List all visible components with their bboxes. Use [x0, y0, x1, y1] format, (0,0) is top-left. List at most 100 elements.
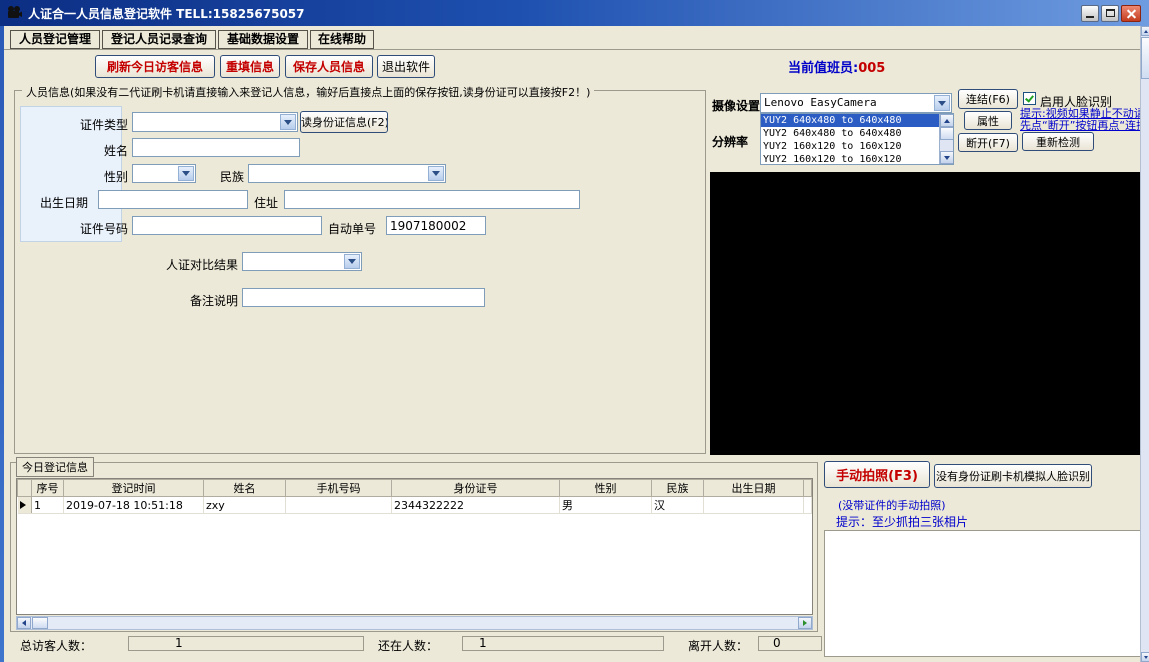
- tab-record-query[interactable]: 登记人员记录查询: [102, 30, 216, 49]
- row-header-corner: [18, 480, 32, 497]
- tabbar-divider: [4, 49, 1140, 50]
- face-recognition-checkbox[interactable]: [1023, 92, 1036, 105]
- col-seq[interactable]: 序号: [32, 480, 64, 497]
- cell-id-no: 2344322222: [392, 497, 560, 514]
- chevron-down-icon: [428, 166, 444, 181]
- scroll-up-icon[interactable]: [1141, 26, 1149, 36]
- save-person-button[interactable]: 保存人员信息: [285, 55, 373, 78]
- minimize-button[interactable]: [1081, 5, 1099, 22]
- name-input[interactable]: [132, 138, 300, 157]
- birth-date-label: 出生日期: [40, 194, 96, 211]
- resolution-option[interactable]: YUY2 640x480 to 640x480: [761, 127, 939, 140]
- video-hint-line2: 先点“断开”按钮再点“连接”: [1020, 117, 1146, 133]
- simulate-face-recognition-button[interactable]: 没有身份证刷卡机模拟人脸识别: [934, 464, 1092, 488]
- window-controls: [1079, 5, 1141, 22]
- check-icon: [1025, 93, 1034, 102]
- cell-gender: 男: [560, 497, 652, 514]
- address-label: 住址: [254, 194, 282, 211]
- chevron-down-icon: [178, 166, 194, 181]
- address-input[interactable]: [284, 190, 580, 209]
- cell-filler: [804, 497, 812, 514]
- titlebar: 人证合一人员信息登记软件 TELL:15825675057: [0, 0, 1149, 26]
- manual-photo-button[interactable]: 手动拍照(F3): [824, 461, 930, 488]
- exit-button[interactable]: 退出软件: [377, 55, 435, 78]
- scrollbar-thumb[interactable]: [1141, 37, 1149, 79]
- gender-label: 性别: [60, 168, 128, 185]
- disconnect-button[interactable]: 断开(F7): [958, 133, 1018, 152]
- read-id-card-button[interactable]: 读身份证信息(F2): [300, 111, 388, 133]
- app-window: 人证合一人员信息登记软件 TELL:15825675057 人员登记管理 登记人…: [0, 0, 1149, 662]
- col-id-no[interactable]: 身份证号: [392, 480, 560, 497]
- col-name[interactable]: 姓名: [204, 480, 286, 497]
- current-row-marker: [18, 497, 32, 514]
- redetect-button[interactable]: 重新检测: [1022, 132, 1094, 151]
- camera-device-select[interactable]: Lenovo EasyCamera: [760, 93, 952, 113]
- current-row-marker-icon: [20, 501, 26, 509]
- ethnic-label: 民族: [200, 168, 244, 185]
- listbox-scrollbar[interactable]: [939, 114, 953, 164]
- col-ethnic[interactable]: 民族: [652, 480, 704, 497]
- scrollbar-thumb[interactable]: [32, 617, 48, 629]
- left-count-value: 0: [758, 636, 822, 651]
- refresh-today-visitors-button[interactable]: 刷新今日访客信息: [95, 55, 215, 78]
- scroll-right-icon[interactable]: [798, 617, 812, 629]
- ethnic-select[interactable]: [248, 164, 446, 183]
- window-vertical-scrollbar[interactable]: [1140, 26, 1149, 662]
- maximize-button[interactable]: [1101, 5, 1119, 22]
- total-visitors-value: 1: [128, 636, 364, 651]
- chevron-down-icon: [934, 95, 950, 111]
- cell-name: zxy: [204, 497, 286, 514]
- col-gender[interactable]: 性别: [560, 480, 652, 497]
- connect-button[interactable]: 连结(F6): [958, 89, 1018, 109]
- maximize-icon: [1106, 9, 1115, 17]
- col-phone[interactable]: 手机号码: [286, 480, 392, 497]
- birth-date-input[interactable]: [98, 190, 248, 209]
- scrollbar-thumb[interactable]: [940, 127, 954, 140]
- table-header-row: 序号 登记时间 姓名 手机号码 身份证号 性别 民族 出生日期: [18, 480, 812, 497]
- scroll-down-icon[interactable]: [1141, 652, 1149, 662]
- col-birth[interactable]: 出生日期: [704, 480, 804, 497]
- person-info-group-title: 人员信息(如果没有二代证刷卡机请直接输入来登记人信息，输好后直接点上面的保存按钮…: [22, 84, 594, 100]
- close-button[interactable]: [1121, 5, 1141, 22]
- app-icon: [6, 5, 22, 21]
- resolution-option[interactable]: YUY2 160x120 to 160x120: [761, 153, 939, 165]
- capture-hint: 提示：至少抓拍三张相片: [836, 513, 968, 530]
- today-records-group-title: 今日登记信息: [16, 457, 94, 477]
- refill-info-button[interactable]: 重填信息: [220, 55, 280, 78]
- scroll-up-icon[interactable]: [940, 114, 954, 127]
- chevron-down-icon: [344, 254, 360, 269]
- cell-phone: [286, 497, 392, 514]
- cert-no-label: 证件号码: [60, 220, 128, 237]
- auto-no-label: 自动单号: [328, 220, 382, 237]
- present-count-label: 还在人数：: [378, 637, 438, 654]
- tab-online-help[interactable]: 在线帮助: [310, 30, 374, 49]
- gender-select[interactable]: [132, 164, 196, 183]
- scroll-left-icon[interactable]: [17, 617, 31, 629]
- compare-result-select[interactable]: [242, 252, 362, 271]
- camera-settings-label: 摄像设置: [712, 97, 760, 114]
- cert-no-input[interactable]: [132, 216, 322, 235]
- cell-birth: [704, 497, 804, 514]
- window-frame-left: [0, 26, 4, 662]
- camera-video-feed: [710, 172, 1140, 455]
- manual-photo-hint: (没带证件的手动拍照): [838, 497, 946, 513]
- left-count-label: 离开人数：: [688, 637, 748, 654]
- today-records-table[interactable]: 序号 登记时间 姓名 手机号码 身份证号 性别 民族 出生日期 1 2019-0…: [17, 479, 812, 514]
- resolution-listbox[interactable]: YUY2 640x480 to 640x480 YUY2 640x480 to …: [760, 113, 954, 165]
- resolution-label: 分辨率: [712, 133, 748, 150]
- tab-basic-data[interactable]: 基础数据设置: [218, 30, 308, 49]
- chevron-down-icon: [280, 114, 296, 130]
- auto-no-input[interactable]: [386, 216, 486, 235]
- present-count-value: 1: [462, 636, 664, 651]
- col-time[interactable]: 登记时间: [64, 480, 204, 497]
- cert-type-select[interactable]: [132, 112, 298, 132]
- tab-personnel-registration[interactable]: 人员登记管理: [10, 30, 100, 49]
- horizontal-scrollbar[interactable]: [16, 616, 813, 630]
- resolution-option[interactable]: YUY2 640x480 to 640x480: [761, 114, 939, 127]
- properties-button[interactable]: 属性: [964, 111, 1012, 130]
- remark-input[interactable]: [242, 288, 485, 307]
- table-row[interactable]: 1 2019-07-18 10:51:18 zxy 2344322222 男 汉: [18, 497, 812, 514]
- scroll-down-icon[interactable]: [940, 151, 954, 164]
- resolution-option[interactable]: YUY2 160x120 to 160x120: [761, 140, 939, 153]
- total-visitors-label: 总访客人数：: [20, 637, 92, 654]
